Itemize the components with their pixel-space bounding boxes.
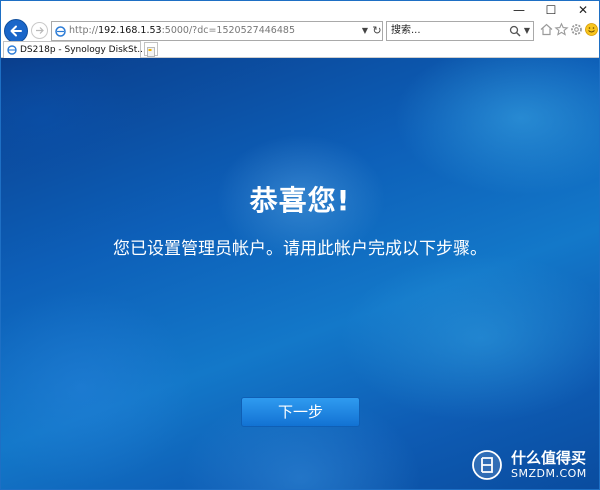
new-tab-button[interactable] — [144, 42, 158, 57]
tab-favicon-icon — [7, 45, 17, 55]
watermark: 什么值得买 SMZDM.COM — [471, 443, 599, 487]
back-arrow-icon — [10, 25, 22, 37]
forward-arrow-icon — [36, 27, 44, 34]
tab-bar: DS218p - Synology DiskSt... — [1, 41, 599, 58]
page-subtitle: 您已设置管理员帐户。请用此帐户完成以下步骤。 — [113, 239, 487, 259]
url-scheme: http:// — [69, 25, 99, 36]
watermark-logo-icon — [472, 450, 502, 480]
search-icon[interactable] — [509, 25, 521, 37]
search-dropdown-icon[interactable]: ▼ — [522, 22, 532, 40]
page-title: 恭喜您! — [249, 184, 351, 217]
title-bar: — ☐ ✕ — [1, 1, 599, 19]
minimize-button[interactable]: — — [503, 1, 535, 19]
tab-label: DS218p - Synology DiskSt... — [20, 45, 146, 55]
smiley-icon[interactable] — [584, 22, 599, 37]
home-icon[interactable] — [539, 22, 554, 37]
close-button[interactable]: ✕ — [567, 1, 599, 19]
search-placeholder: 搜索... — [391, 25, 421, 36]
address-dropdown-icon[interactable]: ▼ — [359, 22, 371, 40]
gear-icon[interactable] — [569, 22, 584, 37]
navigation-bar: http://192.168.1.53:5000/?dc=15205274464… — [1, 19, 599, 43]
browser-window: — ☐ ✕ http://192.168.1.53:5000/?dc=15205… — [0, 0, 600, 490]
address-url: http://192.168.1.53:5000/?dc=15205274464… — [69, 22, 295, 40]
refresh-icon[interactable]: ↻ — [371, 22, 383, 40]
new-tab-icon — [147, 47, 155, 57]
page-content: 恭喜您! 您已设置管理员帐户。请用此帐户完成以下步骤。 下一步 什么值得买 SM… — [1, 58, 599, 489]
forward-button[interactable] — [31, 22, 48, 39]
tab-synology[interactable]: DS218p - Synology DiskSt... — [3, 41, 146, 58]
watermark-name: 什么值得买 — [511, 449, 587, 467]
search-box[interactable]: 搜索... ▼ — [386, 21, 534, 41]
url-host: 192.168.1.53 — [98, 25, 162, 36]
address-bar[interactable]: http://192.168.1.53:5000/?dc=15205274464… — [51, 21, 383, 41]
star-icon[interactable] — [554, 22, 569, 37]
maximize-button[interactable]: ☐ — [535, 1, 567, 19]
next-step-button[interactable]: 下一步 — [241, 397, 360, 427]
back-button[interactable] — [4, 19, 28, 43]
watermark-sub: SMZDM.COM — [511, 467, 587, 480]
page-favicon-icon — [55, 26, 66, 37]
url-rest: :5000/?dc=1520527446485 — [161, 25, 295, 36]
